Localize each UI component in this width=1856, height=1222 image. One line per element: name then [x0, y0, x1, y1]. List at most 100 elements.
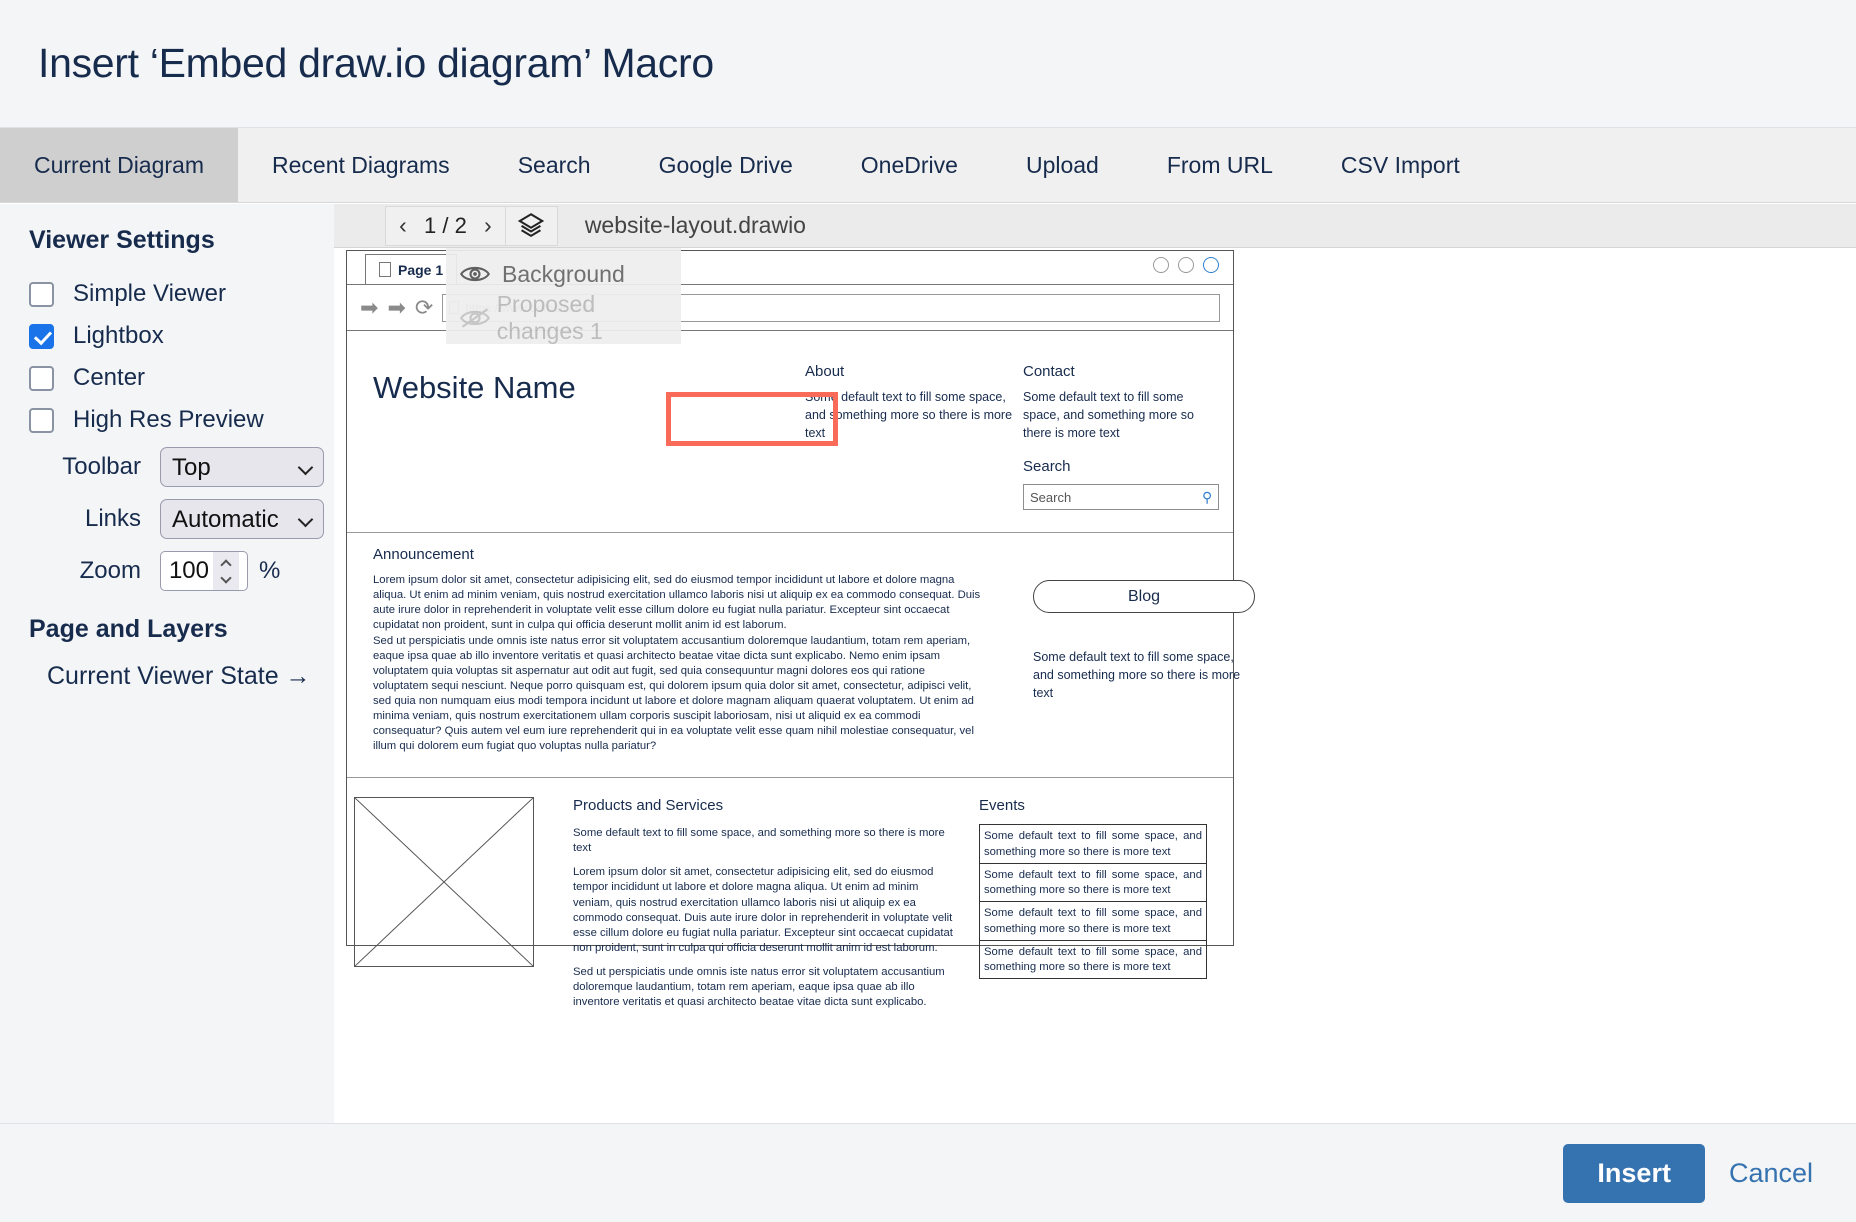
viewer-settings-sidebar: Viewer Settings Simple Viewer Lightbox C…	[0, 204, 334, 1123]
list-item: Some default text to fill some space, an…	[980, 864, 1206, 903]
products-paragraph-2: Lorem ipsum dolor sit amet, consectetur …	[573, 865, 957, 955]
site-search-field[interactable]: Search ⚲	[1023, 484, 1219, 510]
lightbox-checkbox[interactable]	[29, 324, 54, 349]
contact-heading: Contact	[1023, 363, 1219, 380]
next-page-icon[interactable]: ›	[471, 207, 505, 245]
diagram-canvas: Page 1 ➡ ➡ ⟳ https://www.default.com We	[346, 250, 1234, 946]
diagram-preview-pane: ‹ 1 / 2 › website-layout.drawio	[334, 204, 1856, 1123]
products-heading: Products and Services	[573, 797, 957, 814]
links-label: Links	[29, 505, 160, 533]
viewer-settings-title: Viewer Settings	[0, 226, 334, 255]
announcement-heading: Announcement	[373, 546, 983, 563]
previous-page-icon[interactable]: ‹	[386, 207, 420, 245]
high-res-preview-label: High Res Preview	[73, 406, 264, 434]
center-checkbox[interactable]	[29, 366, 54, 391]
layers-dropdown-menu: Background Proposed changes 1	[446, 248, 681, 344]
tab-recent-diagrams[interactable]: Recent Diagrams	[238, 128, 484, 202]
layer-item-proposed-changes-1[interactable]: Proposed changes 1	[446, 296, 681, 340]
products-body: Products and Services Some default text …	[534, 797, 979, 1018]
toolbar-label: Toolbar	[29, 453, 160, 481]
list-item: Some default text to fill some space, an…	[980, 902, 1206, 941]
checkbox-row-high-res-preview[interactable]: High Res Preview	[0, 399, 334, 441]
tab-csv-import[interactable]: CSV Import	[1307, 128, 1494, 202]
page-icon	[379, 262, 391, 277]
checkbox-row-lightbox[interactable]: Lightbox	[0, 315, 334, 357]
events-heading: Events	[979, 797, 1207, 814]
page-indicator: 1 / 2	[420, 213, 471, 239]
browser-tab[interactable]: Page 1	[365, 254, 457, 284]
about-heading: About	[805, 363, 1023, 380]
products-paragraph-3: Sed ut perspiciatis unde omnis iste natu…	[573, 965, 957, 1010]
tab-onedrive[interactable]: OneDrive	[827, 128, 992, 202]
simple-viewer-checkbox[interactable]	[29, 282, 54, 307]
current-viewer-state-link[interactable]: Current Viewer State →	[0, 662, 334, 691]
announcement-paragraph-1: Lorem ipsum dolor sit amet, consectetur …	[373, 573, 983, 633]
zoom-input[interactable]	[161, 552, 213, 590]
layer-label: Proposed changes 1	[497, 291, 681, 345]
zoom-unit-label: %	[259, 557, 280, 585]
forward-arrow-icon[interactable]: ➡	[387, 297, 405, 319]
site-name: Website Name	[373, 363, 805, 510]
links-setting-row: Links Automatic	[0, 493, 334, 545]
dialog-body: Viewer Settings Simple Viewer Lightbox C…	[0, 204, 1856, 1123]
preview-toolbar: ‹ 1 / 2 › website-layout.drawio	[334, 204, 1856, 248]
tab-current-diagram[interactable]: Current Diagram	[0, 128, 238, 202]
products-paragraph-1: Some default text to fill some space, an…	[573, 826, 957, 856]
layer-item-background[interactable]: Background	[446, 252, 681, 296]
tab-upload[interactable]: Upload	[992, 128, 1133, 202]
browser-tab-label: Page 1	[398, 262, 443, 278]
insert-button[interactable]: Insert	[1563, 1144, 1705, 1203]
high-res-preview-checkbox[interactable]	[29, 408, 54, 433]
layers-button[interactable]	[505, 207, 557, 245]
products-section: Products and Services Some default text …	[347, 778, 1233, 1038]
zoom-stepper[interactable]	[160, 551, 248, 591]
window-controls	[1153, 257, 1219, 273]
eye-hidden-icon[interactable]	[460, 308, 497, 328]
chevron-down-icon: Automatic	[160, 499, 324, 539]
zoom-setting-row: Zoom %	[0, 545, 334, 597]
diagram-filename: website-layout.drawio	[585, 212, 806, 239]
chevron-down-icon: Top	[160, 447, 324, 487]
contact-text: Some default text to fill some space, an…	[1023, 389, 1219, 442]
about-column: About Some default text to fill some spa…	[805, 363, 1023, 510]
blog-button[interactable]: Blog	[1033, 580, 1255, 613]
tab-from-url[interactable]: From URL	[1133, 128, 1307, 202]
zoom-spinner-icon[interactable]	[213, 552, 239, 590]
dialog-header: Insert ‘Embed draw.io diagram’ Macro	[0, 0, 1856, 128]
toolbar-select[interactable]: Top	[160, 447, 324, 487]
lightbox-label: Lightbox	[73, 322, 164, 350]
zoom-label: Zoom	[29, 557, 160, 585]
close-dot-icon	[1203, 257, 1219, 273]
maximize-dot-icon	[1178, 257, 1194, 273]
announcement-section: Announcement Lorem ipsum dolor sit amet,…	[347, 533, 1233, 778]
page-title: Insert ‘Embed draw.io diagram’ Macro	[38, 40, 714, 87]
site-hero-section: Website Name About Some default text to …	[347, 331, 1233, 533]
page-navigation: ‹ 1 / 2 ›	[385, 206, 558, 246]
list-item: Some default text to fill some space, an…	[980, 825, 1206, 864]
list-item: Some default text to fill some space, an…	[980, 941, 1206, 979]
layer-label: Background	[502, 261, 625, 288]
checkbox-row-center[interactable]: Center	[0, 357, 334, 399]
minimize-dot-icon	[1153, 257, 1169, 273]
tab-search[interactable]: Search	[484, 128, 625, 202]
dialog-footer: Insert Cancel	[0, 1123, 1856, 1222]
toolbar-setting-row: Toolbar Top	[0, 441, 334, 493]
cancel-button[interactable]: Cancel	[1723, 1150, 1819, 1197]
checkbox-row-simple-viewer[interactable]: Simple Viewer	[0, 273, 334, 315]
tab-google-drive[interactable]: Google Drive	[625, 128, 827, 202]
search-icon[interactable]: ⚲	[1202, 489, 1212, 506]
back-arrow-icon[interactable]: ➡	[360, 297, 378, 319]
simple-viewer-label: Simple Viewer	[73, 280, 226, 308]
blog-column: Blog Some default text to fill some spac…	[983, 546, 1255, 755]
search-heading: Search	[1023, 458, 1219, 475]
reload-icon[interactable]: ⟳	[415, 297, 433, 319]
tab-bar: Current Diagram Recent Diagrams Search G…	[0, 128, 1856, 203]
eye-visible-icon[interactable]	[460, 264, 502, 284]
center-label: Center	[73, 364, 145, 392]
announcement-body: Announcement Lorem ipsum dolor sit amet,…	[373, 546, 983, 755]
page-and-layers-title: Page and Layers	[0, 615, 334, 644]
links-select[interactable]: Automatic	[160, 499, 324, 539]
image-cross-icon	[355, 798, 533, 966]
events-column: Events Some default text to fill some sp…	[979, 797, 1207, 1018]
contact-column: Contact Some default text to fill some s…	[1023, 363, 1219, 510]
